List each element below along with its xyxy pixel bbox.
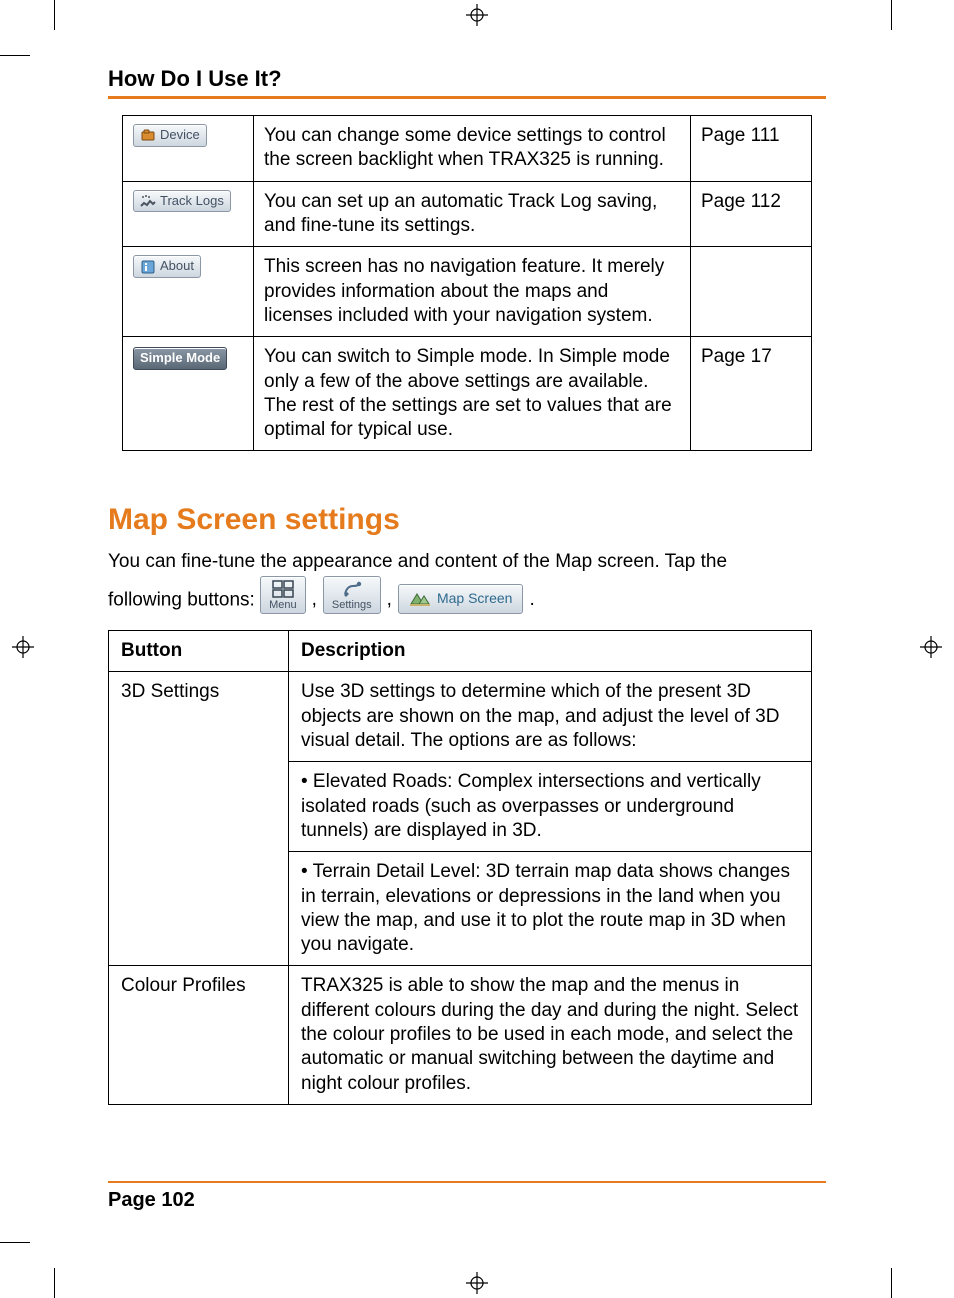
about-button: About	[133, 255, 201, 278]
button-name: Colour Profiles	[109, 966, 289, 1105]
intro-line-2: following buttons:	[108, 589, 255, 610]
col-header-desc: Description	[289, 631, 812, 672]
page-ref: Page 17	[691, 337, 812, 451]
button-label: Menu	[269, 600, 297, 611]
page-number: Page 102	[108, 1189, 826, 1212]
menu-button: Menu	[260, 576, 306, 614]
description-cell: Use 3D settings to determine which of th…	[289, 672, 812, 762]
icon-label: Track Logs	[160, 193, 224, 210]
mapscreen-button: Map Screen	[398, 584, 523, 614]
registration-mark-icon	[12, 636, 34, 658]
page-ref	[691, 247, 812, 337]
col-header-button: Button	[109, 631, 289, 672]
icon-label: Device	[160, 127, 200, 144]
mapscreen-settings-table: Button Description 3D Settings Use 3D se…	[108, 630, 812, 1105]
table-row: About This screen has no navigation feat…	[123, 247, 812, 337]
table-row: Colour Profiles TRAX325 is able to show …	[109, 966, 812, 1105]
crop-mark	[891, 1268, 892, 1298]
description-cell: • Terrain Detail Level: 3D terrain map d…	[289, 852, 812, 966]
settings-button: Settings	[323, 576, 381, 614]
tracklogs-icon	[140, 193, 156, 209]
settings-table: Device You can change some device settin…	[122, 115, 812, 451]
description-cell: This screen has no navigation feature. I…	[254, 247, 691, 337]
page-ref: Page 112	[691, 181, 812, 247]
description-cell: You can set up an automatic Track Log sa…	[254, 181, 691, 247]
section-title: Map Screen settings	[108, 503, 826, 537]
registration-mark-icon	[466, 4, 488, 26]
button-name: 3D Settings	[109, 672, 289, 966]
button-label: Map Screen	[437, 589, 512, 609]
table-row: Simple Mode You can switch to Simple mod…	[123, 337, 812, 451]
mapscreen-icon	[409, 590, 431, 608]
description-cell: • Elevated Roads: Complex intersections …	[289, 762, 812, 852]
crop-mark	[891, 0, 892, 30]
button-label: Settings	[332, 600, 372, 611]
icon-label: About	[160, 258, 194, 275]
crop-mark	[0, 1242, 30, 1243]
device-button: Device	[133, 124, 207, 147]
crop-mark	[54, 1268, 55, 1298]
icon-label: Simple Mode	[140, 350, 220, 367]
menu-icon	[272, 580, 294, 598]
separator: ,	[387, 587, 392, 614]
settings-icon	[341, 580, 363, 598]
registration-mark-icon	[466, 1272, 488, 1294]
content-area: How Do I Use It? Device You can change s…	[108, 66, 826, 1105]
simplemode-button: Simple Mode	[133, 347, 227, 370]
description-cell: You can switch to Simple mode. In Simple…	[254, 337, 691, 451]
about-icon	[140, 259, 156, 275]
footer-rule	[108, 1181, 826, 1183]
separator: ,	[312, 587, 317, 614]
crop-mark	[0, 55, 30, 56]
page: How Do I Use It? Device You can change s…	[0, 0, 954, 1298]
end-punct: .	[529, 587, 534, 614]
intro-paragraph: You can fine-tune the appearance and con…	[108, 549, 826, 614]
table-row: Track Logs You can set up an automatic T…	[123, 181, 812, 247]
tracklogs-button: Track Logs	[133, 190, 231, 213]
table-row: Device You can change some device settin…	[123, 116, 812, 182]
table-row: 3D Settings Use 3D settings to determine…	[109, 672, 812, 762]
crop-mark	[54, 0, 55, 30]
description-cell: You can change some device settings to c…	[254, 116, 691, 182]
page-footer: Page 102	[108, 1181, 826, 1212]
registration-mark-icon	[920, 636, 942, 658]
description-cell: TRAX325 is able to show the map and the …	[289, 966, 812, 1105]
page-ref: Page 111	[691, 116, 812, 182]
table-header-row: Button Description	[109, 631, 812, 672]
page-header: How Do I Use It?	[108, 66, 826, 96]
device-icon	[140, 127, 156, 143]
header-rule	[108, 96, 826, 99]
intro-line-1: You can fine-tune the appearance and con…	[108, 551, 727, 572]
